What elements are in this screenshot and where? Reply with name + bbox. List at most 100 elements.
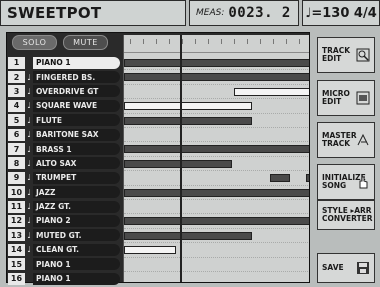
pattern-block[interactable] (234, 87, 309, 96)
track-spacer (25, 258, 33, 270)
track-edit-label-2: EDIT (322, 54, 342, 63)
track-name: FINGERED BS. (33, 71, 120, 84)
ruler-tick (260, 39, 261, 44)
note-icon: ♩ (27, 72, 31, 82)
pattern-block[interactable] (270, 174, 290, 183)
track-number: 5 (8, 114, 25, 127)
meas-label: MEAS: (196, 8, 225, 18)
track-name: JAZZ GT. (33, 200, 120, 213)
pattern-block[interactable] (124, 246, 176, 255)
track-number: 11 (8, 200, 25, 213)
solo-button[interactable]: SOLO (12, 35, 57, 50)
track-row[interactable]: 10 ♩ JAZZ (8, 186, 120, 199)
track-name: JAZZ (33, 186, 120, 199)
master-track-button[interactable]: MASTER TRACK (317, 122, 375, 158)
track-row[interactable]: 13 ♩ MUTED GT. (8, 229, 120, 242)
track-number: 6 (8, 128, 25, 141)
song-title: SWEETPOT (0, 0, 186, 26)
track-row[interactable]: 3 ♩ OVERDRIVE GT (8, 85, 120, 98)
track-name: CLEAN GT. (33, 243, 120, 256)
track-lane[interactable] (124, 128, 309, 143)
track-name: TRUMPET (33, 171, 120, 184)
ruler-tick (182, 39, 183, 44)
track-name: FLUTE (33, 114, 120, 127)
ruler-tick (247, 39, 248, 44)
note-icon: ♩ (27, 245, 31, 255)
micro-edit-button[interactable]: MICRO EDIT (317, 80, 375, 116)
header-bar: SWEETPOT MEAS: 0023. 2 ♩=130 4/4 (0, 0, 380, 26)
style-arr-converter-button[interactable]: STYLE ▸ARR CONVERTER (317, 200, 375, 230)
track-number: 3 (8, 85, 25, 98)
pattern-block[interactable] (124, 116, 252, 125)
style-arr-label-2: CONVERTER (322, 214, 373, 223)
track-name: BRASS 1 (33, 143, 120, 156)
track-lane[interactable] (124, 258, 309, 272)
pattern-block[interactable] (124, 73, 309, 82)
note-icon: ♩ (27, 230, 31, 240)
initialize-song-button[interactable]: INITIALIZE SONG (317, 164, 375, 200)
pattern-block[interactable] (124, 231, 252, 240)
track-row[interactable]: 6 ♩ BARITONE SAX (8, 128, 120, 141)
track-number: 2 (8, 71, 25, 84)
pattern-block[interactable] (124, 102, 252, 111)
track-row[interactable]: 8 ♩ ALTO SAX (8, 157, 120, 170)
ruler-tick (169, 39, 170, 44)
track-number: 7 (8, 143, 25, 156)
track-name: PIANO 1 (33, 258, 120, 271)
track-lane[interactable] (124, 200, 309, 215)
track-number: 8 (8, 157, 25, 170)
track-row[interactable]: 16 PIANO 1 (8, 272, 120, 285)
ruler-tick (286, 39, 287, 44)
track-row[interactable]: 7 ♩ BRASS 1 (8, 142, 120, 156)
track-row[interactable]: 4 ♩ SQUARE WAVE (8, 99, 120, 112)
pattern-grid[interactable] (123, 35, 309, 282)
ruler-tick (299, 39, 300, 44)
track-number: 10 (8, 186, 25, 199)
ruler-tick (143, 39, 144, 44)
track-number: 15 (8, 258, 25, 271)
pattern-block[interactable] (124, 145, 309, 154)
track-row[interactable]: 9 ♩ TRUMPET (8, 171, 120, 184)
track-row[interactable]: 12 ♩ PIANO 2 (8, 214, 120, 227)
note-icon: ♩ (27, 101, 31, 111)
note-icon: ♩ (27, 86, 31, 96)
note-icon: ♩ (27, 158, 31, 168)
note-icon: ♩ (27, 144, 31, 154)
note-icon: ♩ (27, 187, 31, 197)
track-name: PIANO 1 (33, 272, 120, 285)
ruler-tick (208, 39, 209, 44)
master-track-icon (357, 133, 369, 146)
pattern-block[interactable] (124, 59, 309, 67)
note-icon: ♩ (27, 173, 31, 183)
pattern-block[interactable] (306, 174, 309, 183)
track-edit-button[interactable]: TRACK EDIT (317, 37, 375, 73)
ruler-tick (234, 39, 235, 44)
track-row[interactable]: 11 ♩ JAZZ GT. (8, 200, 120, 213)
playback-cursor[interactable] (180, 35, 182, 282)
pattern-block[interactable] (124, 217, 309, 226)
track-row[interactable]: 1 PIANO 1 (8, 56, 120, 69)
pattern-block[interactable] (124, 188, 309, 197)
track-number: 13 (8, 229, 25, 242)
mute-button[interactable]: MUTE (63, 35, 108, 50)
pattern-block[interactable] (124, 159, 232, 168)
measure-display: MEAS: 0023. 2 (189, 0, 299, 26)
micro-edit-label-2: EDIT (322, 97, 342, 106)
note-icon: ♩ (27, 202, 31, 212)
track-row[interactable]: 14 ♩ CLEAN GT. (8, 243, 120, 256)
track-name: MUTED GT. (33, 229, 120, 242)
save-button[interactable]: SAVE (317, 253, 375, 283)
track-number: 14 (8, 243, 25, 256)
track-name: PIANO 1 (33, 56, 120, 69)
track-number: 12 (8, 214, 25, 227)
track-lane[interactable] (124, 272, 309, 282)
track-row[interactable]: 5 ♩ FLUTE (8, 114, 120, 127)
track-row[interactable]: 15 PIANO 1 (8, 257, 120, 271)
ruler-tick (195, 39, 196, 44)
ruler-tick (130, 39, 131, 44)
track-number: 16 (8, 272, 25, 285)
track-spacer (25, 57, 33, 69)
meas-value: 0023. 2 (228, 5, 291, 21)
track-row[interactable]: 2 ♩ FINGERED BS. (8, 70, 120, 84)
track-number: 1 (8, 56, 25, 69)
